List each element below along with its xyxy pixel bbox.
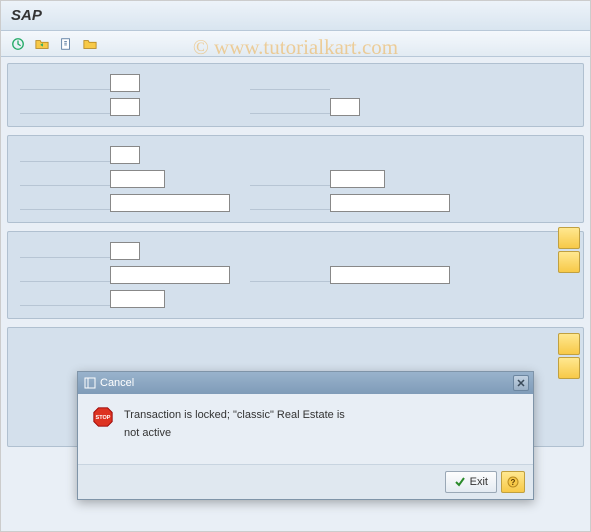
svg-text:?: ? <box>511 478 516 487</box>
question-icon: ? <box>507 476 519 488</box>
selection-panel-1 <box>7 63 584 127</box>
check-icon <box>454 476 466 488</box>
field-label <box>250 100 330 114</box>
input-field[interactable] <box>330 170 385 188</box>
folder-open-icon <box>83 37 97 51</box>
field-label <box>250 268 330 282</box>
selection-panel-3 <box>7 231 584 319</box>
field-label <box>20 172 110 186</box>
multiple-selection-button[interactable] <box>558 227 580 249</box>
app-title: SAP <box>11 7 42 24</box>
input-field[interactable] <box>110 290 165 308</box>
field-label <box>250 76 330 90</box>
field-label <box>250 172 330 186</box>
dialog-footer: Exit ? <box>78 464 533 499</box>
input-field[interactable] <box>110 146 140 164</box>
input-field[interactable] <box>110 242 140 260</box>
multiple-selection-button[interactable] <box>558 357 580 379</box>
dialog-message: Transaction is locked; "classic" Real Es… <box>124 406 345 442</box>
input-field[interactable] <box>330 98 360 116</box>
field-label <box>20 76 110 90</box>
app-toolbar <box>1 31 590 57</box>
svg-text:STOP: STOP <box>96 415 111 421</box>
input-field[interactable] <box>110 266 230 284</box>
open-button[interactable] <box>79 34 101 54</box>
get-variant-button[interactable] <box>31 34 53 54</box>
exit-button-label: Exit <box>470 476 488 488</box>
document-new-icon <box>59 37 73 51</box>
field-label <box>250 196 330 210</box>
cancel-dialog: Cancel STOP Transaction is locked; "clas… <box>77 371 534 500</box>
input-field[interactable] <box>330 194 450 212</box>
dialog-title: Cancel <box>100 377 134 389</box>
new-button[interactable] <box>55 34 77 54</box>
field-label <box>20 244 110 258</box>
field-label <box>20 268 110 282</box>
input-field[interactable] <box>110 194 230 212</box>
multiple-selection-button[interactable] <box>558 333 580 355</box>
input-field[interactable] <box>330 266 450 284</box>
clock-check-icon <box>11 37 25 51</box>
close-icon <box>517 379 525 387</box>
input-field[interactable] <box>110 170 165 188</box>
exit-button[interactable]: Exit <box>445 471 497 493</box>
dialog-close-button[interactable] <box>513 375 529 391</box>
field-label <box>20 292 110 306</box>
dialog-message-line2: not active <box>124 424 345 442</box>
help-button[interactable]: ? <box>501 471 525 493</box>
multiple-selection-button[interactable] <box>558 251 580 273</box>
field-label <box>20 100 110 114</box>
input-field[interactable] <box>110 98 140 116</box>
dialog-body: STOP Transaction is locked; "classic" Re… <box>78 394 533 464</box>
input-field[interactable] <box>110 74 140 92</box>
titlebar: SAP <box>1 1 590 31</box>
stop-icon: STOP <box>92 406 114 428</box>
field-label <box>20 196 110 210</box>
field-label <box>20 148 110 162</box>
execute-button[interactable] <box>7 34 29 54</box>
dialog-message-line1: Transaction is locked; "classic" Real Es… <box>124 406 345 424</box>
dialog-icon <box>84 377 96 389</box>
dialog-titlebar: Cancel <box>78 372 533 394</box>
selection-panel-2 <box>7 135 584 223</box>
folder-arrow-icon <box>35 37 49 51</box>
